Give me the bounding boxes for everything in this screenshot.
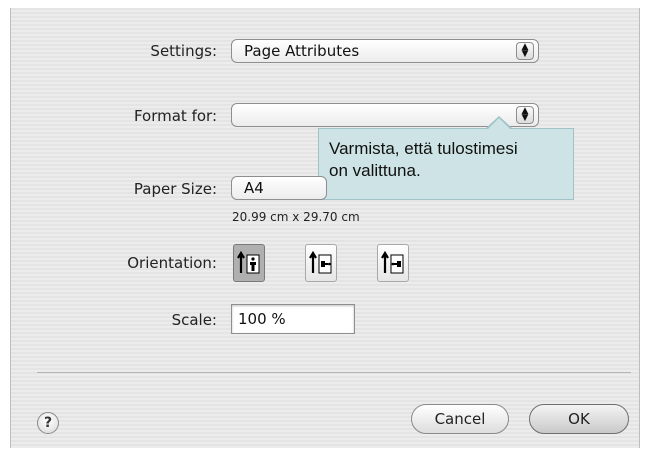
ok-button[interactable]: OK <box>529 404 629 434</box>
paper-size-label: Paper Size: <box>133 180 217 198</box>
tooltip-line1: Varmista, että tulostimesi <box>329 139 518 158</box>
orientation-portrait-button[interactable] <box>233 244 265 282</box>
paper-size-value: A4 <box>244 179 264 197</box>
settings-popup[interactable]: Page Attributes ▲ ▼ <box>231 39 539 63</box>
paper-dimensions: 20.99 cm x 29.70 cm <box>232 210 360 224</box>
tooltip-line2: on valittuna. <box>329 161 421 180</box>
callout-tooltip: Varmista, että tulostimesi on valittuna. <box>318 116 574 200</box>
orientation-landscape-left-button[interactable] <box>305 244 337 282</box>
page-setup-dialog: Settings: Page Attributes ▲ ▼ Format for:… <box>10 8 640 448</box>
divider <box>37 372 631 373</box>
landscape-right-icon <box>381 250 404 274</box>
cancel-button[interactable]: Cancel <box>411 404 509 434</box>
scale-label: Scale: <box>171 311 217 329</box>
portrait-icon <box>237 250 260 274</box>
settings-label: Settings: <box>150 42 217 60</box>
settings-value: Page Attributes <box>244 42 360 60</box>
scale-input[interactable]: 100 % <box>231 304 355 334</box>
format-for-label: Format for: <box>133 107 217 125</box>
landscape-left-icon <box>309 250 332 274</box>
popup-arrows-icon: ▲ ▼ <box>516 42 534 60</box>
orientation-label: Orientation: <box>127 254 217 272</box>
help-button[interactable]: ? <box>37 412 59 434</box>
popup-arrows-icon: ▲ ▼ <box>516 106 534 124</box>
paper-size-popup[interactable]: A4 <box>231 176 327 200</box>
orientation-landscape-right-button[interactable] <box>377 244 409 282</box>
